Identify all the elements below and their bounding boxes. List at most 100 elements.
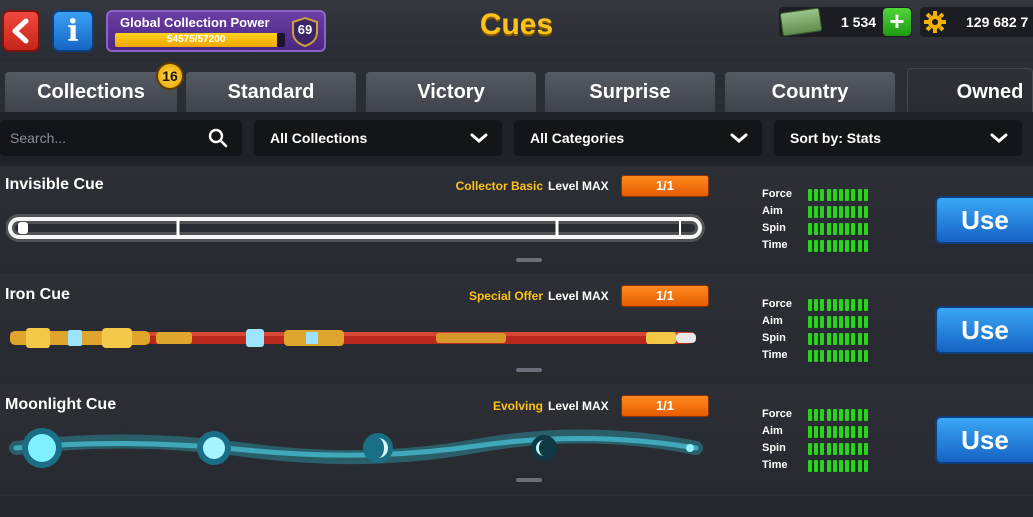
stat-segment [845, 240, 850, 252]
cue-level: Level MAX [548, 179, 609, 193]
stat-label-force: Force [762, 188, 792, 200]
cue-row[interactable]: Moonlight Cue Evolving Level MAX 1/1 Use… [0, 388, 1033, 494]
stat-segment [851, 409, 856, 421]
stat-segment [808, 333, 812, 345]
stat-segment [832, 409, 837, 421]
stat-segment [845, 223, 850, 235]
stat-segment [857, 350, 862, 362]
stat-segment [814, 350, 819, 362]
stat-segment [845, 206, 850, 218]
stat-segment [863, 333, 868, 345]
stat-segment [826, 460, 831, 472]
row-handle [516, 258, 542, 262]
cue-row[interactable]: Iron Cue Special Offer Level MAX 1/1 Use… [0, 278, 1033, 384]
chevron-down-icon [470, 133, 488, 143]
coin-value: 129 682 7 [966, 14, 1029, 30]
stat-segment [851, 299, 856, 311]
categories-dropdown[interactable]: All Categories [514, 120, 762, 156]
cue-name: Invisible Cue [5, 176, 104, 193]
dropdown-value: All Collections [270, 130, 368, 146]
stat-segment [826, 333, 831, 345]
stat-segment [863, 409, 868, 421]
tab-surprise[interactable]: Surprise [545, 72, 715, 112]
stat-bar-force [808, 299, 870, 311]
row-handle [516, 368, 542, 372]
stat-segment [851, 240, 856, 252]
stat-segment [845, 409, 850, 421]
stat-segment [820, 223, 825, 235]
stat-segment [808, 223, 812, 235]
stat-segment [808, 409, 812, 421]
stat-segment [839, 316, 843, 328]
stat-segment [845, 443, 850, 455]
plus-icon: + [889, 6, 905, 36]
use-button[interactable]: Use [935, 306, 1033, 354]
stat-bar-time [808, 460, 870, 472]
stat-segment [863, 316, 868, 328]
cue-count-pill: 1/1 [621, 285, 709, 307]
tab-owned[interactable]: Owned [907, 68, 1033, 112]
stat-segment [826, 409, 831, 421]
stat-segment [820, 443, 825, 455]
stat-segment [863, 460, 868, 472]
stat-segment [826, 206, 831, 218]
stat-segment [814, 333, 819, 345]
stat-segment [820, 409, 825, 421]
search-input[interactable]: Search... [0, 120, 242, 156]
tab-standard[interactable]: Standard [186, 72, 356, 112]
tab-collections[interactable]: Collections [5, 72, 177, 112]
stat-segment [808, 189, 812, 201]
stat-segment [820, 316, 825, 328]
search-icon[interactable] [208, 128, 228, 148]
stat-segment [808, 443, 812, 455]
stat-segment [839, 426, 843, 438]
stat-segment [857, 206, 862, 218]
filter-bar: Search... All Collections All Categories… [0, 112, 1033, 166]
stat-segment [857, 460, 862, 472]
stat-segment [808, 460, 812, 472]
cue-row[interactable]: Invisible Cue Collector Basic Level MAX … [0, 168, 1033, 274]
stat-label-time: Time [762, 459, 788, 471]
tab-label: Owned [956, 81, 1024, 103]
stat-segment [820, 206, 825, 218]
use-button[interactable]: Use [935, 196, 1033, 244]
stat-segment [832, 299, 837, 311]
tab-victory[interactable]: Victory [366, 72, 536, 112]
stat-segment [851, 333, 856, 345]
stat-segment [863, 189, 868, 201]
stat-segment [808, 240, 812, 252]
cue-count-pill: 1/1 [621, 175, 709, 197]
stat-segment [820, 333, 825, 345]
stat-segment [814, 299, 819, 311]
stat-bar-spin [808, 223, 870, 235]
stat-segment [826, 443, 831, 455]
use-button[interactable]: Use [935, 416, 1033, 464]
tab-label: Standard [227, 81, 315, 103]
category-tabs: Collections 16 Standard Victory Surprise… [0, 62, 1033, 112]
cash-counter: 1 534 + [779, 7, 912, 37]
stat-segment [857, 223, 862, 235]
top-bar: i Global Collection Power 54575/57200 69… [0, 0, 1033, 62]
cash-value: 1 534 [841, 14, 877, 30]
stat-segment [845, 316, 850, 328]
stat-bar-spin [808, 333, 870, 345]
next-row-peek [0, 496, 1033, 517]
tab-country[interactable]: Country [725, 72, 895, 112]
stat-segment [839, 240, 843, 252]
stat-segment [857, 299, 862, 311]
stat-segment [839, 206, 843, 218]
stat-segment [808, 206, 812, 218]
collections-dropdown[interactable]: All Collections [254, 120, 502, 156]
stat-segment [839, 189, 843, 201]
stat-segment [814, 223, 819, 235]
iron-cue-image [10, 328, 696, 348]
row-handle [516, 478, 542, 482]
stat-segment [857, 240, 862, 252]
stat-segment [814, 443, 819, 455]
sort-dropdown[interactable]: Sort by: Stats [774, 120, 1022, 156]
stat-segment [863, 223, 868, 235]
stat-segment [863, 426, 868, 438]
stat-bar-force [808, 189, 870, 201]
add-cash-button[interactable]: + [883, 8, 911, 36]
tab-label: Surprise [589, 81, 671, 103]
